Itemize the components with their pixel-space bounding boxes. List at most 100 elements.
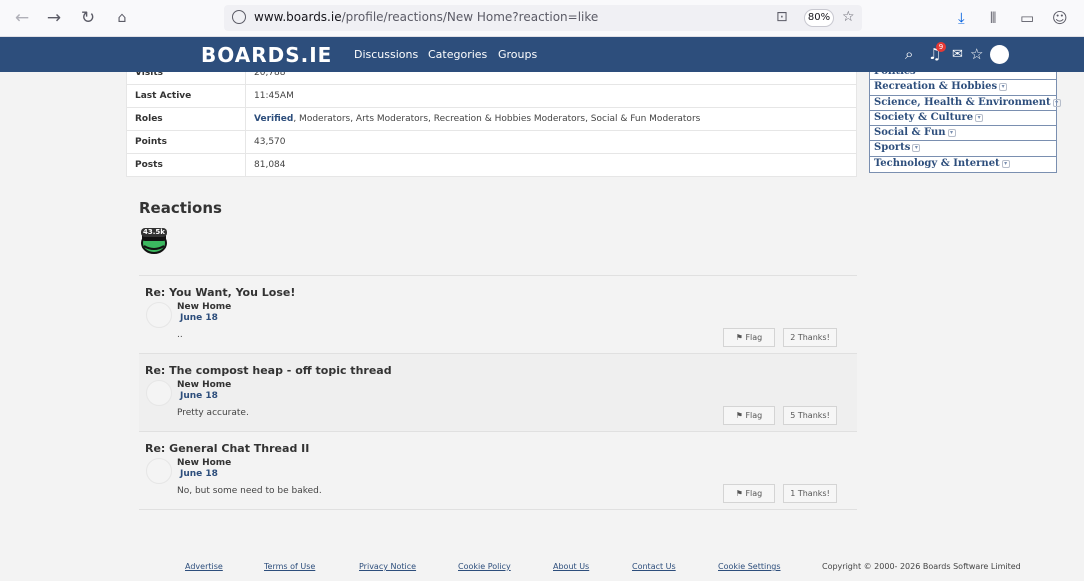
footer-link-privacy[interactable]: Privacy Notice (359, 562, 416, 571)
table-row: Posts 81,084 (126, 153, 857, 177)
zoom-level[interactable]: 80% (804, 9, 834, 27)
table-row: Roles Verified, Moderators, Arts Moderato… (126, 107, 857, 131)
reload-icon[interactable]: ↻ (78, 8, 98, 28)
footer-link-cookie-settings[interactable]: Cookie Settings (718, 562, 781, 571)
table-row: Points 43,570 (126, 130, 857, 154)
copyright-text: Copyright © 2000- 2026 Boards Software L… (822, 562, 1021, 571)
nav-groups-overlay[interactable]: Groups (498, 48, 537, 61)
post-username[interactable]: New Home (177, 380, 231, 390)
sidebar-item-recreation-hobbies[interactable]: Recreation & Hobbies ▾ (870, 80, 1056, 96)
notification-count-badge: 9 (936, 42, 946, 52)
chevron-down-icon[interactable]: ▾ (1052, 98, 1061, 107)
row-value: Verified, Moderators, Arts Moderators, R… (245, 107, 857, 131)
sidebar-item-label: Technology & Internet (874, 157, 1000, 169)
list-item: Re: You Want, You Lose! New Home June 18… (139, 276, 857, 353)
bookmark-star-icon[interactable]: ☆ (842, 9, 855, 25)
nav-categories-overlay[interactable]: Categories (428, 48, 487, 61)
flag-icon: ⚑ (735, 489, 743, 498)
row-key: Last Active (126, 84, 246, 108)
chevron-down-icon[interactable]: ▾ (947, 129, 956, 138)
reactions-heading: Reactions (139, 199, 222, 217)
flag-label: Flag (745, 411, 763, 420)
chevron-down-icon[interactable]: ▾ (912, 144, 921, 153)
forward-icon[interactable]: → (44, 8, 64, 28)
roles-text: , Moderators, Arts Moderators, Recreatio… (293, 114, 701, 124)
back-icon[interactable]: ← (12, 8, 32, 28)
flag-label: Flag (745, 333, 763, 342)
avatar[interactable] (146, 458, 172, 484)
row-key: Roles (126, 107, 246, 131)
row-value: 81,084 (245, 153, 857, 177)
sidebar-item-label: Sports (874, 142, 911, 154)
flag-button[interactable]: ⚑ Flag (723, 328, 775, 347)
search-icon[interactable]: ⌕ (905, 45, 913, 63)
avatar[interactable] (146, 380, 172, 406)
sidebar-item-science-health-environment[interactable]: Science, Health & Environment ▾ (870, 96, 1061, 111)
divider (139, 509, 857, 510)
post-date[interactable]: June 18 (180, 469, 218, 479)
row-key: Posts (126, 153, 246, 177)
post-date[interactable]: June 18 (180, 313, 218, 323)
verified-role-link[interactable]: Verified (254, 114, 293, 124)
post-date[interactable]: June 18 (180, 391, 218, 401)
footer-link-cookie-policy[interactable]: Cookie Policy (458, 562, 511, 571)
account-icon[interactable]: ☺ (1052, 9, 1068, 27)
post-username[interactable]: New Home (177, 458, 231, 468)
footer-link-about[interactable]: About Us (553, 562, 589, 571)
browser-toolbar: ← → ↻ ⌂ www.boards.ie/profile/reactions/… (0, 0, 1084, 37)
sidebar-item-label: Society & Culture (874, 111, 974, 123)
nav-discussions-overlay[interactable]: Discussions (354, 48, 418, 61)
sidebar-item-social-fun[interactable]: Social & Fun ▾ (870, 126, 1056, 142)
sidebar-icon[interactable]: ▭ (1020, 9, 1034, 27)
row-value: 43,570 (245, 130, 857, 154)
user-avatar[interactable] (990, 45, 1009, 64)
post-body: Pretty accurate. (177, 408, 249, 418)
reaction-count-badge: 43.5k (141, 228, 167, 237)
thanks-button[interactable]: 5 Thanks! (783, 406, 837, 425)
footer-link-advertise[interactable]: Advertise (185, 562, 223, 571)
site-footer: Advertise Terms of Use Privacy Notice Co… (0, 548, 1084, 581)
thanks-button[interactable]: 2 Thanks! (783, 328, 837, 347)
address-bar[interactable]: www.boards.ie/profile/reactions/New Home… (224, 5, 862, 31)
list-item: Re: The compost heap - off topic thread … (139, 354, 857, 431)
footer-link-terms[interactable]: Terms of Use (264, 562, 315, 571)
list-item: Re: General Chat Thread II New Home June… (139, 432, 857, 509)
sidebar-item-label: Social & Fun (874, 127, 946, 139)
messages-envelope-icon[interactable]: ✉ (952, 47, 963, 62)
flag-icon: ⚑ (735, 411, 743, 420)
post-title-link[interactable]: Re: You Want, You Lose! (145, 286, 295, 299)
flag-icon: ⚑ (735, 333, 743, 342)
chevron-down-icon[interactable]: ▾ (1001, 159, 1010, 168)
thanks-button[interactable]: 1 Thanks! (783, 484, 837, 503)
categories-sidebar: Politics Recreation & Hobbies▾ Science, … (869, 65, 1061, 174)
flag-label: Flag (745, 489, 763, 498)
row-key: Points (126, 130, 246, 154)
site-info-icon[interactable] (232, 10, 246, 24)
chevron-down-icon[interactable]: ▾ (999, 83, 1008, 92)
bookmarks-star-icon[interactable]: ☆ (970, 45, 983, 63)
boards-logo-overlay[interactable]: BOARDS.IE (201, 43, 332, 67)
post-username[interactable]: New Home (177, 302, 231, 312)
row-value: 11:45AM (245, 84, 857, 108)
home-icon[interactable]: ⌂ (112, 8, 132, 28)
site-header-overlay: BOARDS.IE Discussions Categories Groups … (0, 37, 1084, 72)
sidebar-item-technology-internet[interactable]: Technology & Internet ▾ (870, 157, 1056, 172)
sidebar-item-society-culture[interactable]: Society & Culture ▾ (870, 111, 1056, 127)
flag-button[interactable]: ⚑ Flag (723, 484, 775, 503)
chevron-down-icon[interactable]: ▾ (975, 113, 984, 122)
footer-link-contact[interactable]: Contact Us (632, 562, 676, 571)
reader-view-icon[interactable]: ⊡ (776, 9, 788, 25)
library-icon[interactable]: ⫴ (990, 9, 996, 27)
sidebar-item-label: Recreation & Hobbies (874, 81, 998, 93)
flag-button[interactable]: ⚑ Flag (723, 406, 775, 425)
downloads-icon[interactable]: ⤓ (958, 9, 965, 27)
post-body: .. (177, 330, 183, 340)
url-text[interactable]: www.boards.ie/profile/reactions/New Home… (254, 10, 598, 24)
post-title-link[interactable]: Re: The compost heap - off topic thread (145, 364, 392, 377)
avatar[interactable] (146, 302, 172, 328)
post-body: No, but some need to be baked. (177, 486, 322, 496)
sidebar-item-label: Science, Health & Environment (874, 96, 1051, 108)
profile-info-table: Visits 20,788 Last Active 11:45AM Roles Ver… (126, 61, 857, 177)
post-title-link[interactable]: Re: General Chat Thread II (145, 442, 309, 455)
sidebar-item-sports[interactable]: Sports ▾ (870, 141, 1056, 157)
